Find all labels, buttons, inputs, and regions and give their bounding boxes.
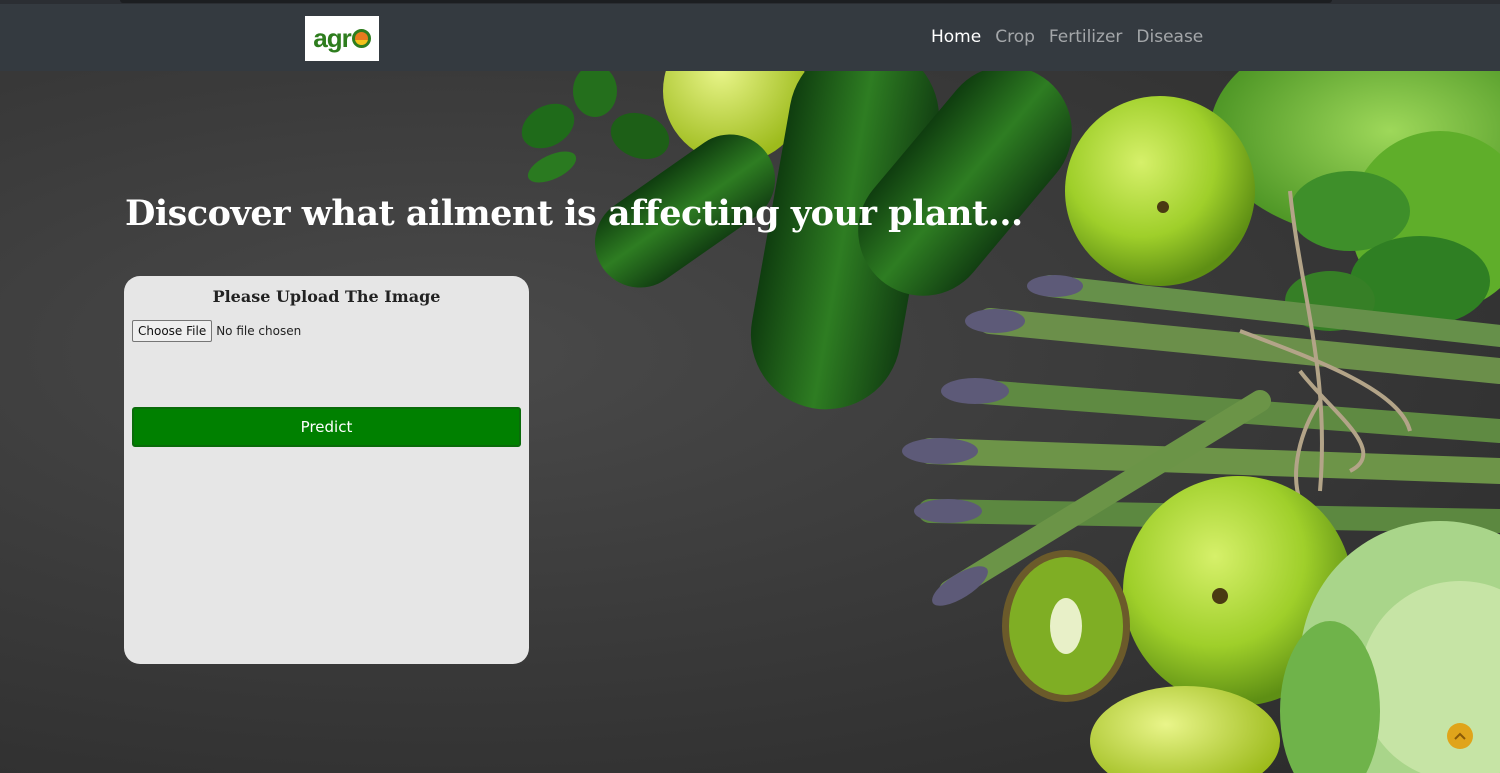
nav-fertilizer[interactable]: Fertilizer — [1049, 27, 1123, 47]
hero-section: Discover what ailment is affecting your … — [0, 71, 1500, 773]
nav-disease[interactable]: Disease — [1136, 27, 1203, 47]
upload-card-title: Please Upload The Image — [212, 287, 441, 306]
scroll-top-button[interactable] — [1447, 723, 1473, 749]
file-input[interactable]: Choose File No file chosen — [132, 320, 301, 342]
chevron-up-icon — [1454, 732, 1466, 740]
main-nav: Home Crop Fertilizer Disease — [931, 27, 1203, 47]
brand-logo[interactable]: agr — [305, 16, 379, 61]
brand-logo-text: agr — [313, 23, 351, 53]
top-strip-inner — [120, 0, 1332, 3]
logo-sun-icon — [351, 29, 371, 48]
nav-home[interactable]: Home — [931, 27, 981, 47]
predict-button[interactable]: Predict — [132, 407, 521, 447]
file-status-text: No file chosen — [216, 324, 302, 338]
nav-crop[interactable]: Crop — [995, 27, 1035, 47]
navbar: agr Home Crop Fertilizer Disease — [0, 4, 1500, 71]
upload-card: Please Upload The Image Choose File No f… — [124, 276, 529, 664]
hero-headline: Discover what ailment is affecting your … — [125, 193, 1023, 234]
choose-file-button[interactable]: Choose File — [132, 320, 213, 342]
